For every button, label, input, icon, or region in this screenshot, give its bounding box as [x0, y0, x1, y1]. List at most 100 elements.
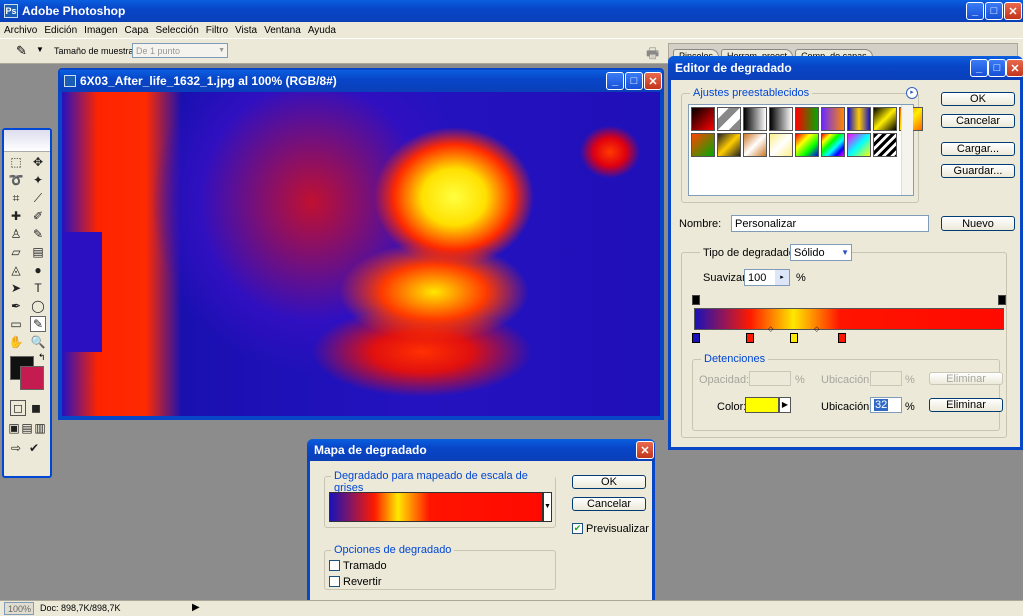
tool-preset-dropdown-icon[interactable]: ▼ — [36, 45, 44, 54]
gradient-map-ok-button[interactable]: OK — [572, 475, 646, 489]
dither-checkbox[interactable] — [329, 560, 340, 571]
type-tool-icon[interactable]: T — [30, 280, 46, 296]
background-color-swatch[interactable] — [20, 366, 44, 390]
gradient-map-cancel-button[interactable]: Cancelar — [572, 497, 646, 511]
preset-swatch-11[interactable] — [743, 133, 767, 157]
color-swatch[interactable] — [745, 397, 779, 413]
eyedropper-tool-icon[interactable]: ✎ — [30, 316, 46, 332]
opacity-stop-left[interactable] — [692, 295, 700, 305]
gradient-editor-maximize-button[interactable]: □ — [988, 59, 1006, 77]
gradient-map-close-button[interactable]: ✕ — [636, 441, 654, 459]
crop-tool-icon[interactable]: ⌗ — [8, 190, 24, 206]
reverse-checkbox[interactable] — [329, 576, 340, 587]
sample-size-select[interactable]: De 1 punto ▼ — [132, 43, 228, 58]
preview-checkbox[interactable]: ✔ — [572, 523, 583, 534]
app-close-button[interactable]: ✕ — [1004, 2, 1022, 20]
preset-swatch-1[interactable] — [717, 107, 741, 131]
gradient-editor-ok-button[interactable]: OK — [941, 92, 1015, 106]
document-maximize-button[interactable]: □ — [625, 72, 643, 90]
magic-wand-tool-icon[interactable]: ✦ — [30, 172, 46, 188]
eyedropper-tool-icon[interactable]: ✎ — [16, 43, 27, 59]
menu-item-3[interactable]: Capa — [125, 25, 149, 36]
history-brush-tool-icon[interactable]: ✎ — [30, 226, 46, 242]
preset-swatch-0[interactable] — [691, 107, 715, 131]
save-button[interactable]: Guardar... — [941, 164, 1015, 178]
tool-presets-well-icon[interactable]: 🖶 — [646, 43, 659, 67]
screen-mode-2-icon[interactable]: ▤ — [21, 420, 33, 436]
preset-swatch-16[interactable] — [873, 133, 897, 157]
shape-tool-icon[interactable]: ◯ — [30, 298, 46, 314]
color-stop-2-selected[interactable] — [790, 333, 798, 343]
screen-mode-1-icon[interactable]: ▣ — [8, 420, 20, 436]
preset-swatch-4[interactable] — [795, 107, 819, 131]
menu-item-5[interactable]: Filtro — [206, 25, 228, 36]
gradient-map-preview[interactable] — [329, 492, 543, 522]
eraser-tool-icon[interactable]: ▱ — [8, 244, 24, 260]
preset-swatch-2[interactable] — [743, 107, 767, 131]
healing-brush-tool-icon[interactable]: ✚ — [8, 208, 24, 224]
preset-swatch-14[interactable] — [821, 133, 845, 157]
color-stop-3[interactable] — [838, 333, 846, 343]
gradient-editor-cancel-button[interactable]: Cancelar — [941, 114, 1015, 128]
quick-mask-mode-icon[interactable]: ◼ — [28, 400, 44, 416]
swap-colors-icon[interactable]: ↰ — [38, 352, 46, 363]
gradient-editor-minimize-button[interactable]: _ — [970, 59, 988, 77]
zoom-tool-icon[interactable]: 🔍 — [30, 334, 46, 350]
smoothness-stepper-icon[interactable]: ▸ — [775, 270, 789, 285]
color-delete-button[interactable]: Eliminar — [929, 398, 1003, 412]
preset-swatch-15[interactable] — [847, 133, 871, 157]
gradient-tool-icon[interactable]: ▤ — [30, 244, 46, 260]
opacity-stop-right[interactable] — [998, 295, 1006, 305]
app-maximize-button[interactable]: □ — [985, 2, 1003, 20]
midpoint-marker-1[interactable]: ◇ — [768, 325, 773, 333]
pen-tool-icon[interactable]: ✒ — [8, 298, 24, 314]
color-stop-1[interactable] — [746, 333, 754, 343]
menu-item-0[interactable]: Archivo — [4, 25, 37, 36]
notes-tool-icon[interactable]: ▭ — [8, 316, 24, 332]
clone-stamp-tool-icon[interactable]: ♙ — [8, 226, 24, 242]
preset-swatch-5[interactable] — [821, 107, 845, 131]
name-input[interactable]: Personalizar — [731, 215, 929, 232]
menu-item-8[interactable]: Ayuda — [308, 25, 336, 36]
screen-mode-3-icon[interactable]: ▥ — [34, 420, 46, 436]
load-button[interactable]: Cargar... — [941, 142, 1015, 156]
lasso-tool-icon[interactable]: ➰ — [8, 172, 24, 188]
document-canvas[interactable] — [62, 92, 660, 416]
jump-icon[interactable]: ✔ — [26, 440, 42, 456]
color-stop-0[interactable] — [692, 333, 700, 343]
menu-item-2[interactable]: Imagen — [84, 25, 117, 36]
menu-item-1[interactable]: Edición — [44, 25, 77, 36]
dodge-tool-icon[interactable]: ● — [30, 262, 46, 278]
blur-tool-icon[interactable]: ◬ — [8, 262, 24, 278]
presets-scrollbar[interactable] — [901, 105, 913, 195]
brush-tool-icon[interactable]: ✐ — [30, 208, 46, 224]
menu-item-6[interactable]: Vista — [235, 25, 257, 36]
preset-swatch-6[interactable] — [847, 107, 871, 131]
presets-list[interactable] — [688, 104, 923, 196]
new-button[interactable]: Nuevo — [941, 216, 1015, 231]
document-minimize-button[interactable]: _ — [606, 72, 624, 90]
preset-swatch-7[interactable] — [873, 107, 897, 131]
document-close-button[interactable]: ✕ — [644, 72, 662, 90]
move-tool-icon[interactable]: ✥ — [30, 154, 46, 170]
preset-swatch-10[interactable] — [717, 133, 741, 157]
standard-mode-icon[interactable]: ◻ — [10, 400, 26, 416]
preset-swatch-13[interactable] — [795, 133, 819, 157]
preset-swatch-12[interactable] — [769, 133, 793, 157]
app-minimize-button[interactable]: _ — [966, 2, 984, 20]
zoom-field[interactable]: 100% — [4, 602, 34, 615]
color-location-input[interactable]: 32 — [870, 397, 902, 413]
gradient-ramp[interactable] — [694, 308, 1004, 330]
status-menu-icon[interactable]: ▶ — [192, 602, 200, 613]
menu-item-7[interactable]: Ventana — [264, 25, 301, 36]
preset-swatch-3[interactable] — [769, 107, 793, 131]
preset-swatch-9[interactable] — [691, 133, 715, 157]
gradient-type-select[interactable]: Sólido ▼ — [790, 244, 852, 261]
slice-tool-icon[interactable]: ⟋ — [30, 190, 46, 206]
jump-to-imageready-icon[interactable]: ⇨ — [8, 440, 24, 456]
marquee-tool-icon[interactable]: ⬚ — [8, 154, 24, 170]
color-menu-button[interactable]: ▶ — [779, 397, 791, 413]
menu-item-4[interactable]: Selección — [155, 25, 198, 36]
presets-menu-icon[interactable]: ▸ — [906, 87, 918, 99]
path-selection-tool-icon[interactable]: ➤ — [8, 280, 24, 296]
